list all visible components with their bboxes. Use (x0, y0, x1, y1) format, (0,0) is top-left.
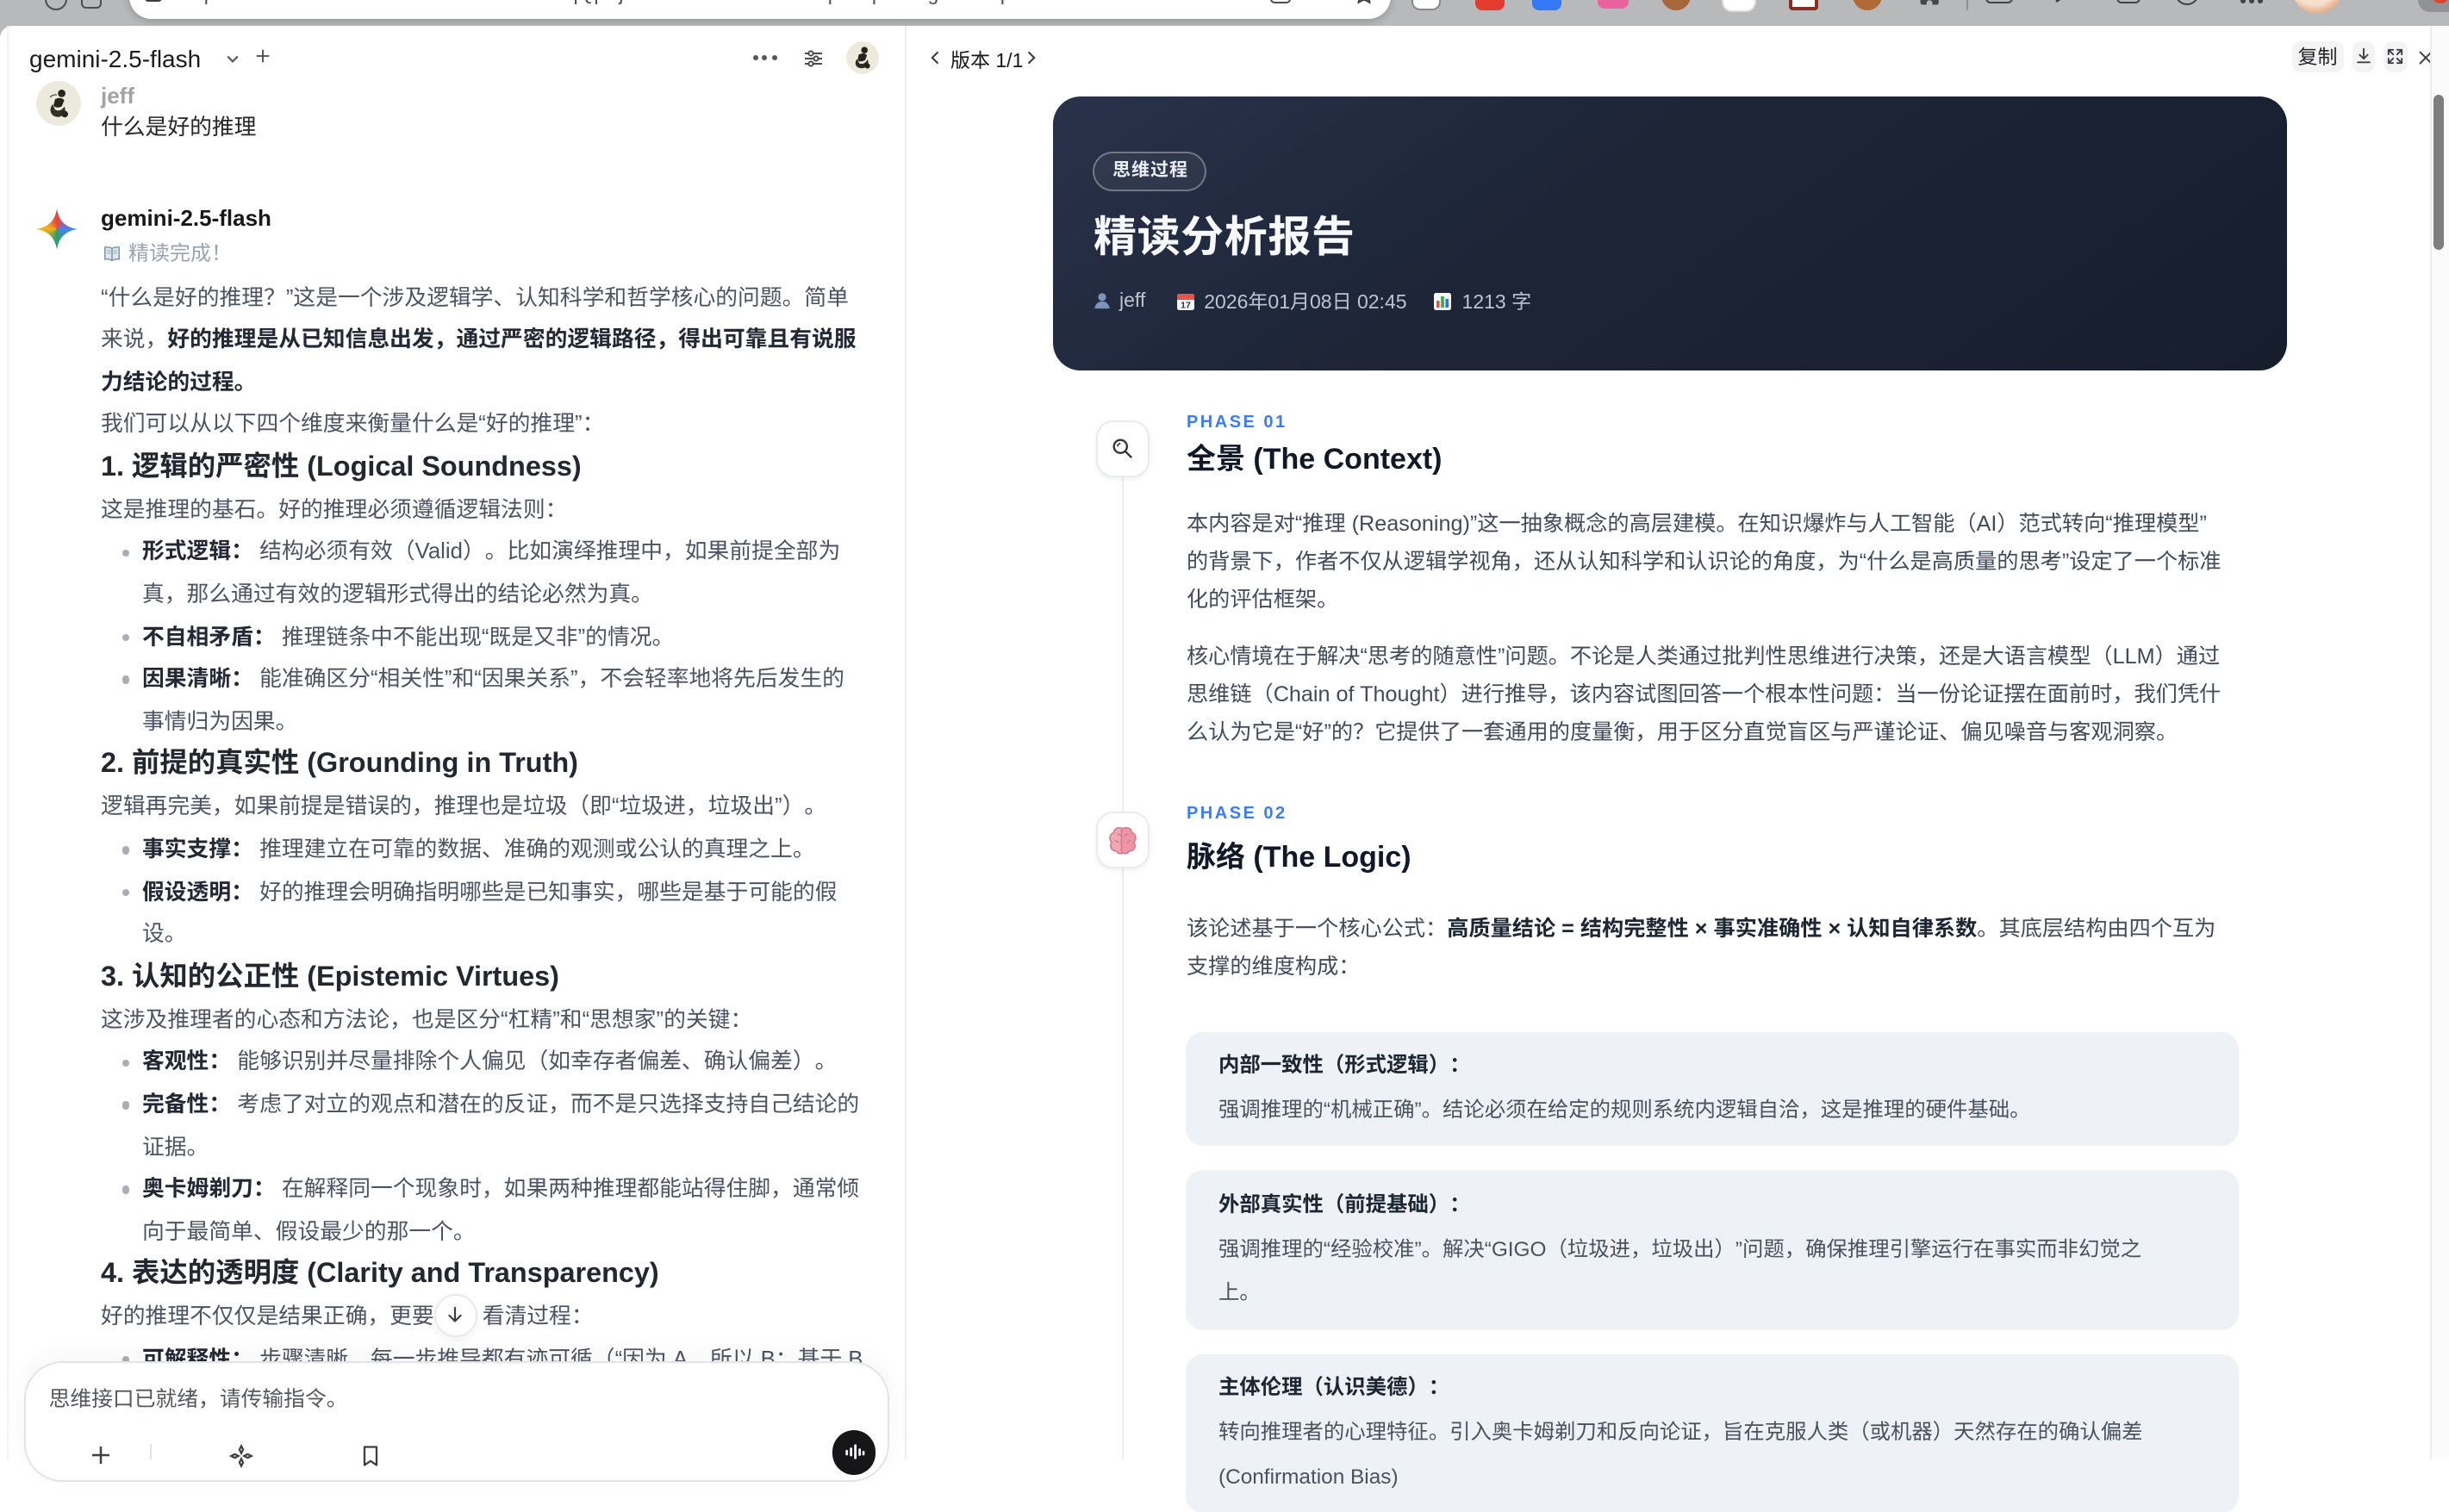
svg-text:17: 17 (1180, 300, 1190, 310)
